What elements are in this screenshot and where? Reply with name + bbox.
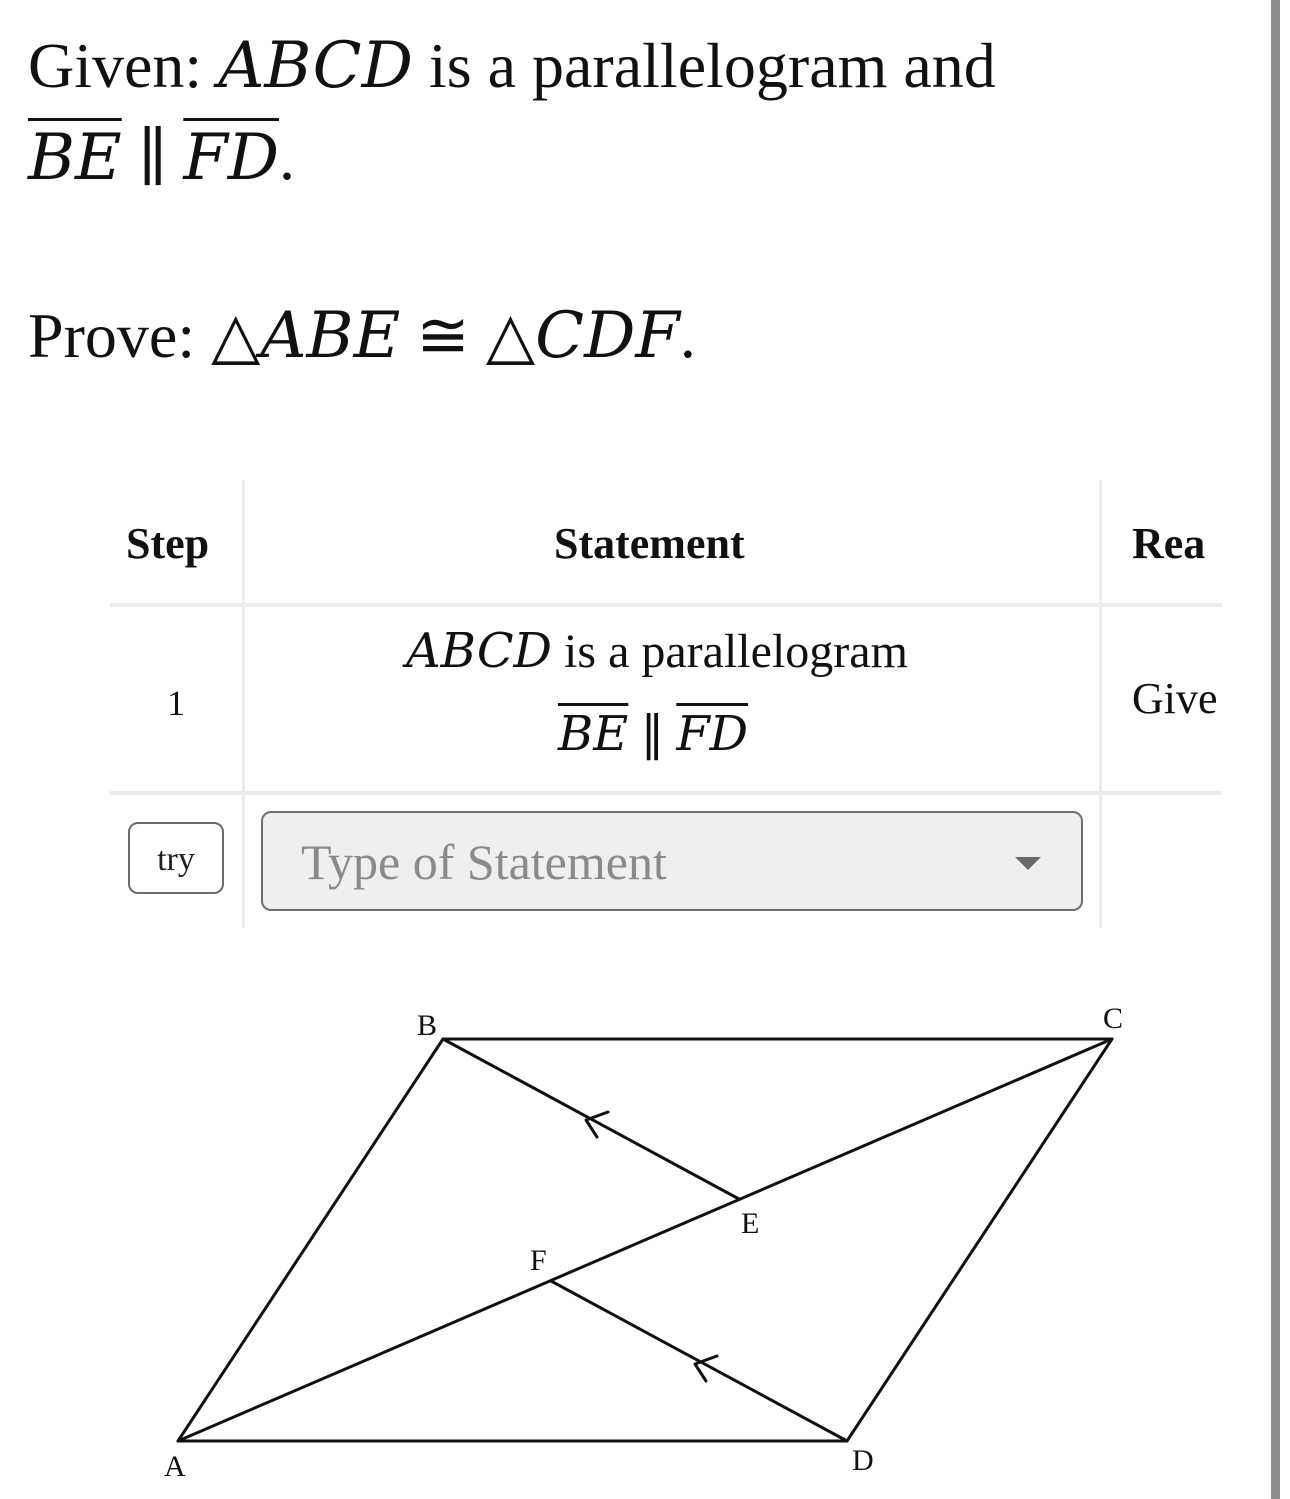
row-1-step: 1	[167, 683, 185, 723]
point-label-f: F	[530, 1244, 547, 1277]
column-divider	[1099, 480, 1102, 928]
given-segment-fd: FD	[183, 121, 280, 195]
given-statement: Given: ABCD is a parallelogram and BE ∥ …	[28, 20, 1248, 204]
row-1-statement-line-2: BE ∥ FD	[558, 706, 748, 762]
statement-shape: ABCD	[406, 623, 553, 679]
vertex-label-d: D	[852, 1444, 874, 1477]
try-button[interactable]: try	[128, 822, 224, 894]
statement-parallel-symbol: ∥	[640, 708, 665, 761]
proof-table: Step Statement Rea 1 ABCD is a parallelo…	[110, 480, 1222, 928]
statement-type-select[interactable]: Type of Statement	[261, 811, 1083, 911]
prove-congruent-symbol: ≅	[416, 300, 470, 371]
row-1-statement-line-1: ABCD is a parallelogram	[406, 623, 908, 679]
triangle-icon: △	[485, 300, 536, 371]
vertex-label-a: A	[164, 1450, 186, 1483]
column-divider	[242, 480, 245, 928]
chevron-down-icon	[1015, 857, 1041, 870]
point-label-e: E	[741, 1207, 759, 1240]
header-statement: Statement	[554, 519, 745, 568]
given-segment-be: BE	[28, 121, 122, 195]
row-divider	[110, 791, 1222, 795]
parallel-arrow-icon	[584, 1110, 610, 1139]
given-parallel-symbol: ∥	[137, 122, 168, 193]
prove-triangle-cdf: CDF	[535, 299, 680, 373]
vertex-label-b: B	[417, 1009, 437, 1042]
prove-period: .	[679, 300, 696, 371]
header-step: Step	[126, 519, 210, 568]
given-label: Given:	[28, 30, 203, 101]
vertex-label-c: C	[1103, 1002, 1123, 1035]
given-text: is a parallelogram and	[428, 30, 996, 101]
proof-page: Given: ABCD is a parallelogram and BE ∥ …	[0, 0, 1290, 1499]
prove-label: Prove:	[28, 300, 196, 371]
diagonal-ac	[176, 1037, 1114, 1443]
statement-segment-fd: FD	[676, 706, 749, 762]
row-divider	[110, 603, 1222, 607]
prove-triangle-abe: ABE	[260, 299, 401, 373]
prove-statement: Prove: △ABE ≅ △CDF.	[28, 290, 696, 382]
given-shape: ABCD	[218, 29, 413, 103]
statement-segment-be: BE	[558, 706, 629, 762]
given-period: .	[279, 122, 296, 193]
header-reason: Rea	[1132, 519, 1206, 568]
row-1-reason: Give	[1132, 674, 1218, 723]
statement-text: is a parallelogram	[564, 625, 908, 678]
select-placeholder: Type of Statement	[301, 834, 667, 890]
scrollbar-track[interactable]	[1271, 0, 1280, 1499]
parallelogram-diagram: B C A D E F	[164, 1002, 1123, 1483]
triangle-icon: △	[211, 300, 261, 371]
